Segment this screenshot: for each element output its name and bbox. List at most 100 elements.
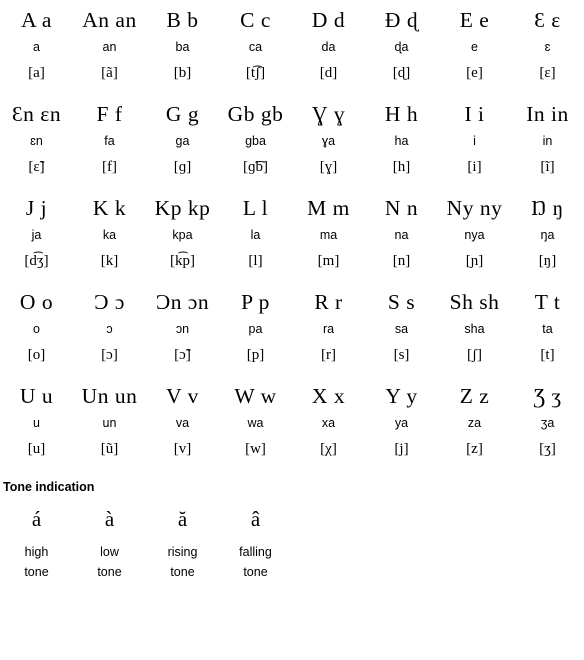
example-word: i [473,134,476,148]
example-word: ka [102,228,117,242]
ipa-transcription: [b] [173,65,192,81]
ipa-transcription: [ʃ] [467,347,482,363]
ipa-transcription: [t] [540,347,555,363]
alphabet-cell: V v va [v] [146,376,219,470]
tone-cell: ă [146,504,219,534]
letter-pair: Ɣ ɣ [311,102,346,126]
alphabet-cell: C c ca [t͡ʃ] [219,0,292,94]
example-word: nya [464,228,485,242]
example-word: ca [248,40,263,54]
alphabet-cell: K k ka [k] [73,188,146,282]
tone-mark: ă [177,507,188,531]
alphabet-cell: Z z za [z] [438,376,511,470]
alphabet-cell: Ɛn ɛn ɛn [ɛ̃] [0,94,73,188]
tone-cell: falling tone [219,534,292,582]
tone-grid: á à ă â high tone low tone rising tone f… [0,504,584,582]
ipa-transcription: [r] [321,347,336,363]
letter-pair: Đ ɖ [384,8,419,32]
ipa-transcription: [ɖ] [392,65,411,81]
letter-pair: P p [241,290,270,314]
tone-cell: á [0,504,73,534]
ipa-transcription: [k͡p] [170,253,195,269]
example-word: pa [248,322,263,336]
ipa-transcription: [ɔ] [101,347,118,363]
ipa-transcription: [ʒ] [539,441,556,457]
letter-pair: V v [166,384,199,408]
alphabet-cell: Un un un [ũ] [73,376,146,470]
alphabet-cell: Sh sh sha [ʃ] [438,282,511,376]
letter-pair: I i [464,102,485,126]
example-word: wa [247,416,264,430]
letter-pair: An an [82,8,137,32]
alphabet-cell: Ɔn ɔn ɔn [ɔ̃] [146,282,219,376]
alphabet-cell: Ŋ ŋ ŋa [ŋ] [511,188,584,282]
alphabet-cell: R r ra [r] [292,282,365,376]
ipa-transcription: [ɛ] [539,65,556,81]
ipa-transcription: [w] [245,441,266,457]
alphabet-cell: L l la [l] [219,188,292,282]
example-word: ɖa [394,40,409,54]
alphabet-cell: F f fa [f] [73,94,146,188]
ipa-transcription: [z] [466,441,483,457]
alphabet-cell: Ɣ ɣ ɣa [ɣ] [292,94,365,188]
ipa-transcription: [d] [319,65,338,81]
example-word: kpa [172,228,193,242]
letter-pair: Ny ny [446,196,503,220]
alphabet-cell: O o o [o] [0,282,73,376]
letter-pair: M m [307,196,350,220]
alphabet-cell: J j ja [d͡ʒ] [0,188,73,282]
alphabet-cell: Gb gb gba [ɡ͡b] [219,94,292,188]
tone-grid-spacer [511,504,584,534]
tone-mark: â [250,507,261,531]
example-word: ŋa [540,228,555,242]
example-word: o [33,322,40,336]
ipa-transcription: [ũ] [100,441,119,457]
example-word: in [542,134,553,148]
tone-cell: à [73,504,146,534]
alphabet-cell: T t ta [t] [511,282,584,376]
letter-pair: X x [311,384,346,408]
example-word: ɔn [175,322,190,336]
tone-indication-section: Tone indication á à ă â high tone low to… [0,478,584,582]
ipa-transcription: [h] [392,159,411,175]
ipa-transcription: [k] [100,253,119,269]
example-word: a [33,40,40,54]
tone-label-line2: tone [170,565,195,579]
example-word: un [102,416,117,430]
tone-label-line1: high [24,545,49,559]
letter-pair: F f [96,102,123,126]
ipa-transcription: [ɲ] [465,253,484,269]
alphabet-cell: P p pa [p] [219,282,292,376]
alphabet-cell: B b ba [b] [146,0,219,94]
alphabet-cell: H h ha [h] [365,94,438,188]
alphabet-cell: X x xa [χ] [292,376,365,470]
letter-pair: H h [384,102,419,126]
example-word: ɔ [106,322,113,336]
ipa-transcription: [j] [394,441,409,457]
example-word: za [467,416,482,430]
example-word: sha [464,322,485,336]
example-word: na [394,228,409,242]
ipa-transcription: [v] [173,441,192,457]
alphabet-cell: Ny ny nya [ɲ] [438,188,511,282]
ipa-transcription: [ɔ̃] [174,347,191,363]
letter-pair: C c [240,8,271,32]
alphabet-cell: E e e [e] [438,0,511,94]
ipa-transcription: [o] [27,347,46,363]
example-word: ʒa [540,416,555,430]
ipa-transcription: [l] [248,253,263,269]
ipa-transcription: [f] [102,159,117,175]
tone-section-heading: Tone indication [3,480,95,494]
ipa-transcription: [ɣ] [319,159,338,175]
letter-pair: B b [166,8,199,32]
alphabet-chart-sheet: A a a [a] An an an [ã] B b ba [b] C c ca… [0,0,584,660]
example-word: ɛ [544,40,551,54]
letter-pair: Ɛ ɛ [534,8,561,32]
ipa-transcription: [a] [28,65,45,81]
example-word: ya [394,416,409,430]
tone-grid-spacer [438,534,511,582]
letter-pair: Ɔ ɔ [94,290,125,314]
alphabet-grid: A a a [a] An an an [ã] B b ba [b] C c ca… [0,0,584,470]
tone-cell: high tone [0,534,73,582]
alphabet-cell: Ʒ ʒ ʒa [ʒ] [511,376,584,470]
